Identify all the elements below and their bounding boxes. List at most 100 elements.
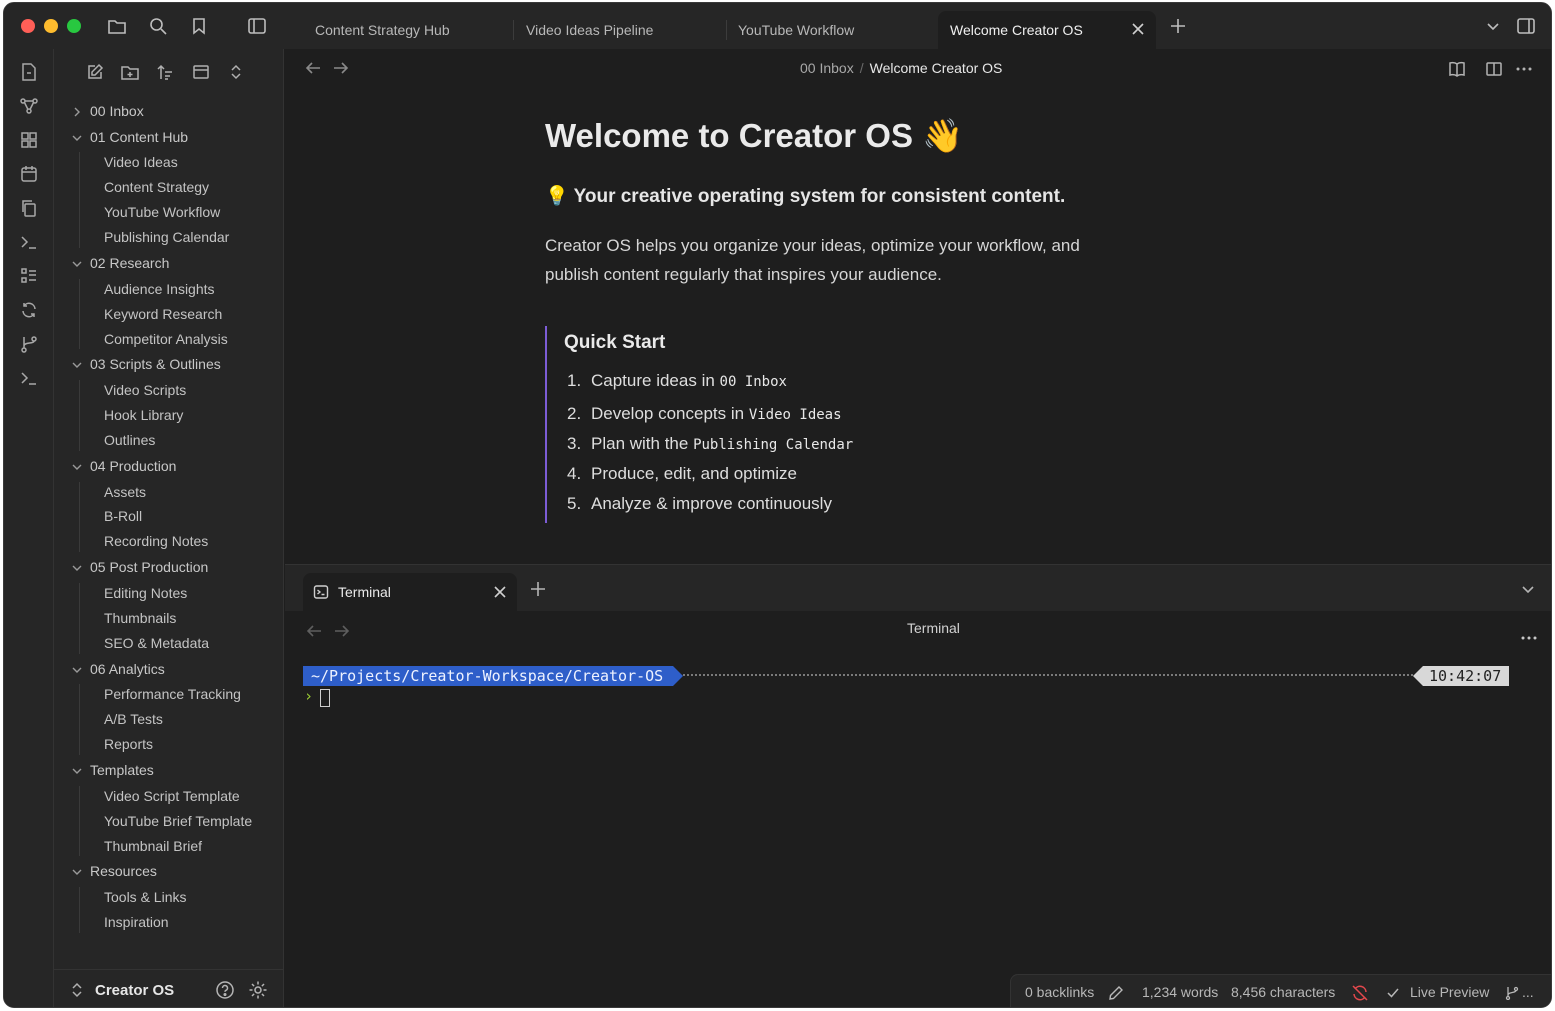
graph-view-icon[interactable] [18, 95, 40, 117]
vault-switcher-icon[interactable] [71, 982, 85, 998]
vault-name[interactable]: Creator OS [95, 982, 174, 999]
file-row[interactable]: Editing Notes [54, 581, 284, 605]
folder-label: 02 Research [90, 255, 170, 271]
file-row[interactable]: Video Ideas [54, 150, 284, 174]
file-row[interactable]: Video Script Template [54, 784, 284, 808]
list-item: 1. Capture ideas in 00 Inbox [567, 371, 787, 390]
close-icon[interactable] [493, 585, 507, 599]
file-row[interactable]: Keyword Research [54, 302, 284, 326]
reading-view-icon[interactable] [1447, 59, 1467, 79]
chevron-down-icon[interactable] [1482, 15, 1504, 37]
breadcrumb-current[interactable]: Welcome Creator OS [870, 60, 1003, 76]
folder-label: Resources [90, 863, 157, 880]
word-count: 1,234 words [1142, 984, 1219, 1000]
file-row[interactable]: Recording Notes [54, 529, 284, 553]
terminal-cursor[interactable] [320, 689, 330, 707]
more-options-icon[interactable] [1521, 627, 1537, 640]
terminal-icon[interactable] [18, 367, 40, 389]
list-item: 3. Plan with the Publishing Calendar [567, 434, 854, 453]
calendar-icon[interactable] [18, 163, 40, 185]
backlinks-count[interactable]: 0 backlinks [1025, 984, 1094, 1000]
sort-icon[interactable] [154, 61, 176, 83]
collapse-view-icon[interactable] [190, 61, 212, 83]
editor-mode[interactable]: Live Preview [1410, 984, 1489, 1000]
folder-row[interactable]: Templates [54, 758, 284, 782]
file-row[interactable]: Assets [54, 480, 284, 504]
forward-arrow-icon[interactable] [332, 59, 350, 77]
window-maximize-button[interactable] [67, 19, 81, 33]
file-label: Editing Notes [104, 584, 188, 601]
list-item: 2. Develop concepts in Video Ideas [567, 404, 842, 423]
file-row[interactable]: Publishing Calendar [54, 225, 284, 249]
file-row[interactable]: B-Roll [54, 504, 284, 528]
window-close-button[interactable] [21, 19, 35, 33]
breadcrumb-parent[interactable]: 00 Inbox [800, 60, 854, 76]
git-branch-icon[interactable] [18, 333, 40, 355]
sidebar-toggle-icon[interactable] [246, 15, 268, 37]
new-note-icon[interactable] [84, 61, 106, 83]
back-arrow-icon[interactable] [305, 622, 323, 640]
file-row[interactable]: Audience Insights [54, 277, 284, 301]
file-row[interactable]: Thumbnail Brief [54, 834, 284, 858]
file-row[interactable]: YouTube Brief Template [54, 809, 284, 833]
file-row[interactable]: Hook Library [54, 403, 284, 427]
file-label: Video Ideas [104, 154, 178, 171]
folder-row[interactable]: 02 Research [54, 251, 284, 275]
split-view-icon[interactable] [1484, 59, 1504, 79]
file-row[interactable]: Inspiration [54, 910, 284, 934]
folder-row[interactable]: 03 Scripts & Outlines [54, 352, 284, 376]
chevron-down-icon[interactable] [1521, 583, 1535, 597]
new-terminal-tab-icon[interactable] [531, 582, 545, 596]
back-arrow-icon[interactable] [304, 59, 322, 77]
copy-icon[interactable] [18, 197, 40, 219]
tab-video-ideas-pipeline[interactable]: Video Ideas Pipeline [514, 11, 726, 49]
file-icon[interactable] [18, 61, 40, 83]
terminal-title: Terminal [907, 620, 960, 636]
close-icon[interactable] [1130, 21, 1146, 37]
file-row[interactable]: Content Strategy [54, 175, 284, 199]
file-row[interactable]: SEO & Metadata [54, 631, 284, 655]
terminal-clock: 10:42:07 [1412, 666, 1510, 686]
file-row[interactable]: Video Scripts [54, 378, 284, 402]
sync-error-icon[interactable] [1351, 984, 1369, 1002]
edit-pencil-icon[interactable] [1107, 984, 1125, 1002]
file-row[interactable]: Reports [54, 732, 284, 756]
canvas-grid-icon[interactable] [18, 129, 40, 151]
sync-icon[interactable] [18, 299, 40, 321]
help-icon[interactable] [215, 980, 235, 1000]
file-row[interactable]: YouTube Workflow [54, 200, 284, 224]
new-folder-icon[interactable] [119, 61, 141, 83]
file-row[interactable]: A/B Tests [54, 707, 284, 731]
expand-collapse-icon[interactable] [225, 61, 247, 83]
file-row[interactable]: Tools & Links [54, 885, 284, 909]
folder-row[interactable]: 06 Analytics [54, 657, 284, 681]
bookmark-icon[interactable] [188, 15, 210, 37]
search-icon[interactable] [147, 15, 169, 37]
command-prompt-icon[interactable] [18, 231, 40, 253]
folder-row[interactable]: 05 Post Production [54, 555, 284, 579]
window-minimize-button[interactable] [44, 19, 58, 33]
new-tab-icon[interactable] [1167, 15, 1189, 37]
folder-icon[interactable] [106, 15, 128, 37]
file-row[interactable]: Thumbnails [54, 606, 284, 630]
folder-row[interactable]: Resources [54, 859, 284, 883]
right-sidebar-toggle-icon[interactable] [1515, 15, 1537, 37]
tab-youtube-workflow[interactable]: YouTube Workflow [726, 11, 938, 49]
forward-arrow-icon[interactable] [333, 622, 351, 640]
file-row[interactable]: Performance Tracking [54, 682, 284, 706]
file-row[interactable]: Outlines [54, 428, 284, 452]
file-row[interactable]: Competitor Analysis [54, 327, 284, 351]
tab-welcome-creator-os[interactable]: Welcome Creator OS [938, 11, 1156, 49]
git-branch-icon[interactable] [1503, 984, 1521, 1002]
folder-row[interactable]: 01 Content Hub [54, 125, 284, 149]
list-icon[interactable] [18, 265, 40, 287]
folder-row[interactable]: 00 Inbox [54, 99, 284, 123]
list-item: 4. Produce, edit, and optimize [567, 464, 798, 483]
folder-row[interactable]: 04 Production [54, 454, 284, 478]
more-options-icon[interactable] [1514, 59, 1534, 79]
more-status-items[interactable]: ... [1522, 984, 1534, 1000]
settings-gear-icon[interactable] [248, 980, 268, 1000]
tab-terminal[interactable]: Terminal [303, 573, 517, 611]
tab-content-strategy-hub[interactable]: Content Strategy Hub [303, 11, 513, 49]
title-bar: Content Strategy Hub Video Ideas Pipelin… [4, 3, 1551, 49]
